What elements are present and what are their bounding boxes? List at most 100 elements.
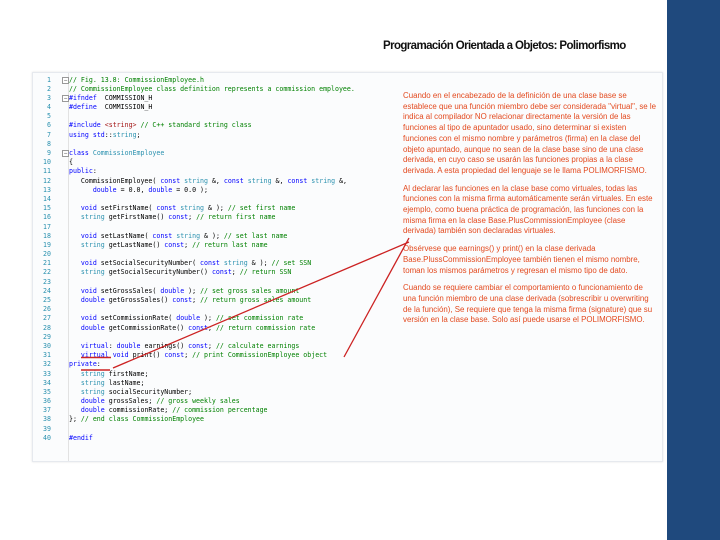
code-text: CommissionEmployee( const string &, cons… <box>69 177 347 186</box>
code-token: double <box>176 314 201 323</box>
line-number: 36 <box>43 397 51 406</box>
code-token: setFirstName( <box>96 204 157 213</box>
code-screenshot-panel: 1−// Fig. 13.8: CommissionEmployee.h 2// … <box>32 72 663 462</box>
code-line: 29 <box>33 333 662 342</box>
code-text: string getFirstName() const; // return f… <box>69 213 276 222</box>
code-text: using std::string; <box>69 131 141 140</box>
code-text: double = 0.0, double = 0.0 ); <box>69 186 208 195</box>
code-token: ; <box>207 323 216 332</box>
code-token: const <box>172 296 193 304</box>
code-line: 1 −// Fig. 13.8: CommissionEmployee.h <box>33 76 662 85</box>
fold-toggle-icon[interactable]: − <box>62 76 69 84</box>
code-token: COMMISSION_H <box>96 93 153 102</box>
line-number: 18 <box>43 231 51 240</box>
line-number: 29 <box>43 332 51 341</box>
code-text: void setSocialSecurityNumber( const stri… <box>69 259 311 268</box>
code-token: #ifndef <box>69 93 97 102</box>
code-text: public: <box>69 167 97 176</box>
code-token: // set last name <box>223 231 288 240</box>
code-text: virtual: double earnings() const; // cal… <box>69 342 299 351</box>
code-text: #define COMMISSION_H <box>69 103 152 112</box>
code-token: ; <box>231 268 240 277</box>
line-number: 2 <box>47 84 51 93</box>
code-token: // print CommissionEmployee object <box>192 351 328 360</box>
fold-toggle-icon[interactable]: − <box>62 94 69 102</box>
code-text: string firstName; <box>69 369 149 379</box>
code-token: #endif <box>69 433 93 442</box>
code-token: ); <box>200 314 216 323</box>
line-number: 1 <box>47 75 51 84</box>
code-token: ; <box>208 341 216 350</box>
code-token: // return gross sales amount <box>200 296 312 304</box>
code-token: // commission percentage <box>172 406 268 415</box>
code-token: string <box>80 369 105 378</box>
code-line: 31 virtual void print() const; // print … <box>33 351 662 360</box>
code-token: string <box>112 130 137 139</box>
line-number: 16 <box>43 213 51 222</box>
code-text: double commissionRate; // commission per… <box>69 406 268 415</box>
code-token: COMMISSION_H <box>96 103 153 112</box>
code-text: class CommissionEmployee <box>69 149 164 158</box>
code-token: // CommissionEmployee class definition r… <box>69 84 355 93</box>
line-number: 22 <box>43 268 51 277</box>
code-line: 40 #endif <box>33 434 662 443</box>
code-token: = 0.0, <box>116 185 149 194</box>
code-token: const <box>164 240 185 249</box>
code-text: string getLastName() const; // return la… <box>69 241 268 250</box>
code-token: CommissionEmployee( <box>69 176 161 185</box>
code-token: const <box>152 231 173 240</box>
code-token: const <box>211 268 232 277</box>
code-token: #include <box>69 121 101 130</box>
code-token: getGrossSales() <box>104 296 173 304</box>
code-text: }; // end class CommissionEmployee <box>69 415 204 424</box>
code-token: & ); <box>204 204 228 213</box>
line-number: 33 <box>43 369 51 378</box>
code-token: { <box>69 158 73 167</box>
code-text: string lastName; <box>69 379 145 388</box>
line-number: 9 <box>47 149 51 157</box>
line-number: 12 <box>43 176 51 185</box>
line-number: 4 <box>47 103 51 112</box>
code-line: 34 string lastName; <box>33 379 662 388</box>
code-token: const <box>223 176 244 185</box>
code-token: double <box>80 296 105 304</box>
code-token: grossSales; <box>104 397 157 406</box>
code-line: 39 <box>33 425 662 434</box>
code-token: &, <box>271 176 288 185</box>
code-text: string getSocialSecurityNumber() const; … <box>69 268 291 277</box>
code-token: &, <box>335 176 348 185</box>
code-token: double <box>160 286 185 295</box>
code-token: string <box>180 204 205 213</box>
code-token: & ); <box>200 231 224 240</box>
code-line: 36 double grossSales; // gross weekly sa… <box>33 397 662 406</box>
code-token: virtual <box>80 341 109 350</box>
code-token: // end class CommissionEmployee <box>80 415 204 424</box>
code-token: ; <box>184 240 193 249</box>
code-token: : <box>96 360 101 369</box>
code-token: const <box>188 323 208 332</box>
code-token: & ); <box>247 259 272 268</box>
code-token: // set SSN <box>271 259 312 268</box>
code-token: const <box>160 176 181 185</box>
line-number: 34 <box>43 378 51 387</box>
code-token: string <box>80 268 105 277</box>
line-number: 38 <box>43 415 51 424</box>
line-number: 17 <box>43 222 51 231</box>
code-token: const <box>200 259 220 268</box>
code-text: #include <string> // C++ standard string… <box>69 121 252 130</box>
annotation-note: Al declarar las funciones en la clase ba… <box>403 183 653 236</box>
code-token: getFirstName() <box>104 213 169 222</box>
fold-toggle-icon[interactable]: − <box>62 150 69 157</box>
code-token: }; <box>69 415 81 424</box>
code-token: double <box>116 341 141 350</box>
code-token: // C++ standard string class <box>140 121 252 130</box>
line-number: 26 <box>43 305 51 314</box>
code-token: const <box>188 341 208 350</box>
annotation-note: Cuando se requiere cambiar el comportami… <box>403 283 653 325</box>
